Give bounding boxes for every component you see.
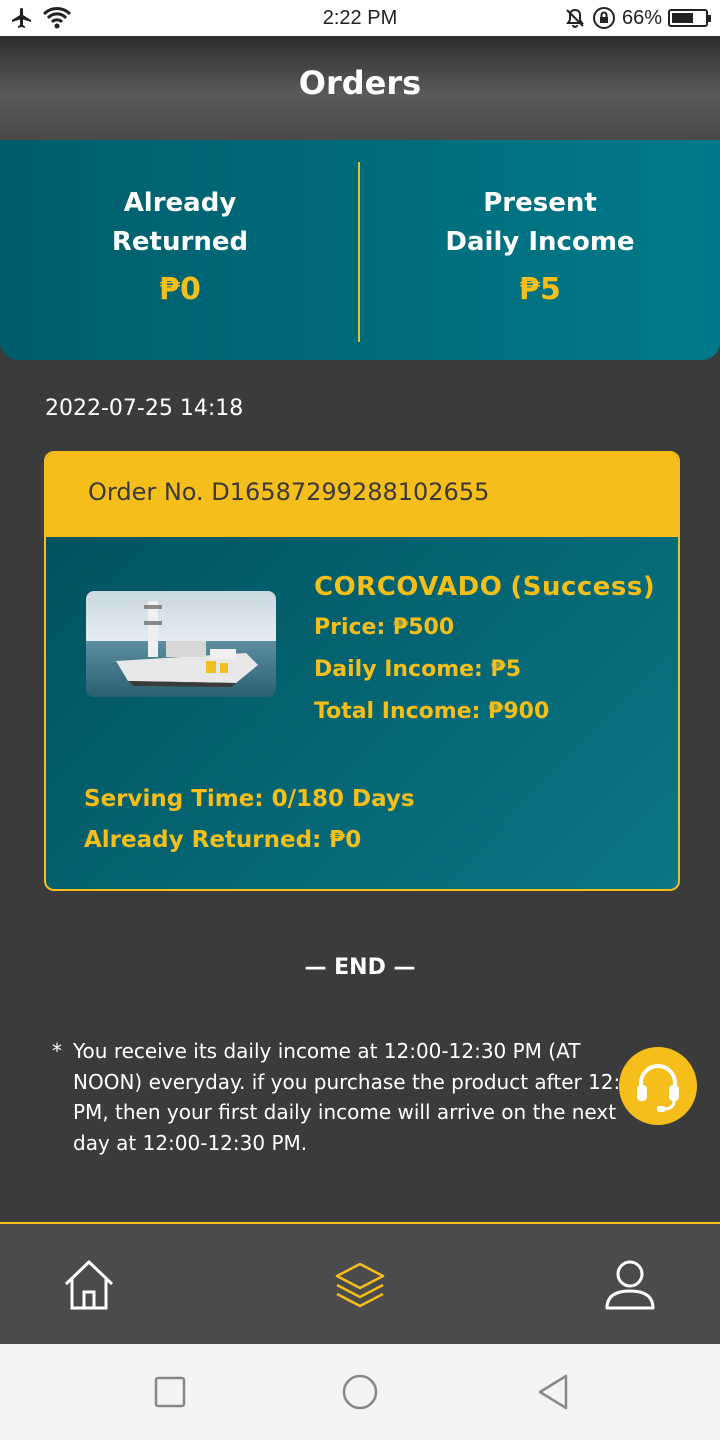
serving-time: Serving Time: 0/180 Days xyxy=(84,786,415,812)
list-end-marker: — END — xyxy=(304,955,416,980)
product-name: CORCOVADO xyxy=(314,572,503,602)
product-total-income: Total Income: ₱900 xyxy=(314,699,550,724)
already-returned-value: ₱0 xyxy=(159,272,201,307)
order-card[interactable]: Order No. D16587299288102655 CORCOVADO (… xyxy=(44,451,680,891)
rotation-lock-icon xyxy=(592,7,615,29)
status-icons-right: 66% xyxy=(564,6,711,30)
home-icon xyxy=(64,1260,114,1310)
nav-home[interactable] xyxy=(62,1258,116,1312)
headset-icon xyxy=(637,1064,679,1112)
note-bullet: * xyxy=(52,1039,62,1063)
customer-support-button[interactable] xyxy=(619,1047,697,1125)
user-icon xyxy=(605,1260,655,1310)
order-number: Order No. D16587299288102655 xyxy=(46,453,678,537)
present-income-label-line2: Daily Income xyxy=(445,227,635,257)
present-income-label-line1: Present xyxy=(483,188,597,218)
product-daily-income: Daily Income: ₱5 xyxy=(314,657,522,682)
battery-icon xyxy=(668,9,711,27)
home-button-icon[interactable] xyxy=(341,1373,379,1411)
battery-percent: 66% xyxy=(621,6,662,29)
order-progress: Serving Time: 0/180 Days Already Returne… xyxy=(84,779,415,861)
order-date: 2022-07-25 14:18 xyxy=(45,396,244,421)
already-returned-label-line1: Already xyxy=(123,188,237,218)
order-status: (Success) xyxy=(510,572,656,602)
income-summary: Already Returned ₱0 Present Daily Income… xyxy=(0,140,720,360)
back-icon[interactable] xyxy=(536,1373,570,1411)
present-income-value: ₱5 xyxy=(519,272,561,307)
layers-icon xyxy=(335,1262,385,1308)
already-returned-summary: Already Returned ₱0 xyxy=(0,184,360,307)
page-header: Orders xyxy=(0,36,720,140)
battery-level xyxy=(672,13,694,23)
product-info: CORCOVADO (Success) Price: ₱500 Daily Inc… xyxy=(314,567,655,733)
income-note: * You receive its daily income at 12:00-… xyxy=(52,1036,652,1158)
page-title: Orders xyxy=(298,64,422,102)
product-image xyxy=(86,591,276,697)
status-bar: 2:22 PM 66% xyxy=(0,0,720,36)
nav-profile[interactable] xyxy=(603,1258,657,1312)
bottom-navigation xyxy=(0,1222,720,1344)
product-price: Price: ₱500 xyxy=(314,615,455,640)
bell-off-icon xyxy=(566,8,584,28)
nav-orders[interactable] xyxy=(333,1258,387,1312)
product-title: CORCOVADO (Success) xyxy=(314,567,655,607)
order-already-returned: Already Returned: ₱0 xyxy=(84,827,362,853)
present-daily-income-summary: Present Daily Income ₱5 xyxy=(360,184,720,307)
already-returned-label-line2: Returned xyxy=(111,227,249,257)
recents-icon[interactable] xyxy=(154,1376,186,1408)
note-text: You receive its daily income at 12:00-12… xyxy=(73,1039,646,1155)
system-navigation-bar xyxy=(0,1344,720,1440)
